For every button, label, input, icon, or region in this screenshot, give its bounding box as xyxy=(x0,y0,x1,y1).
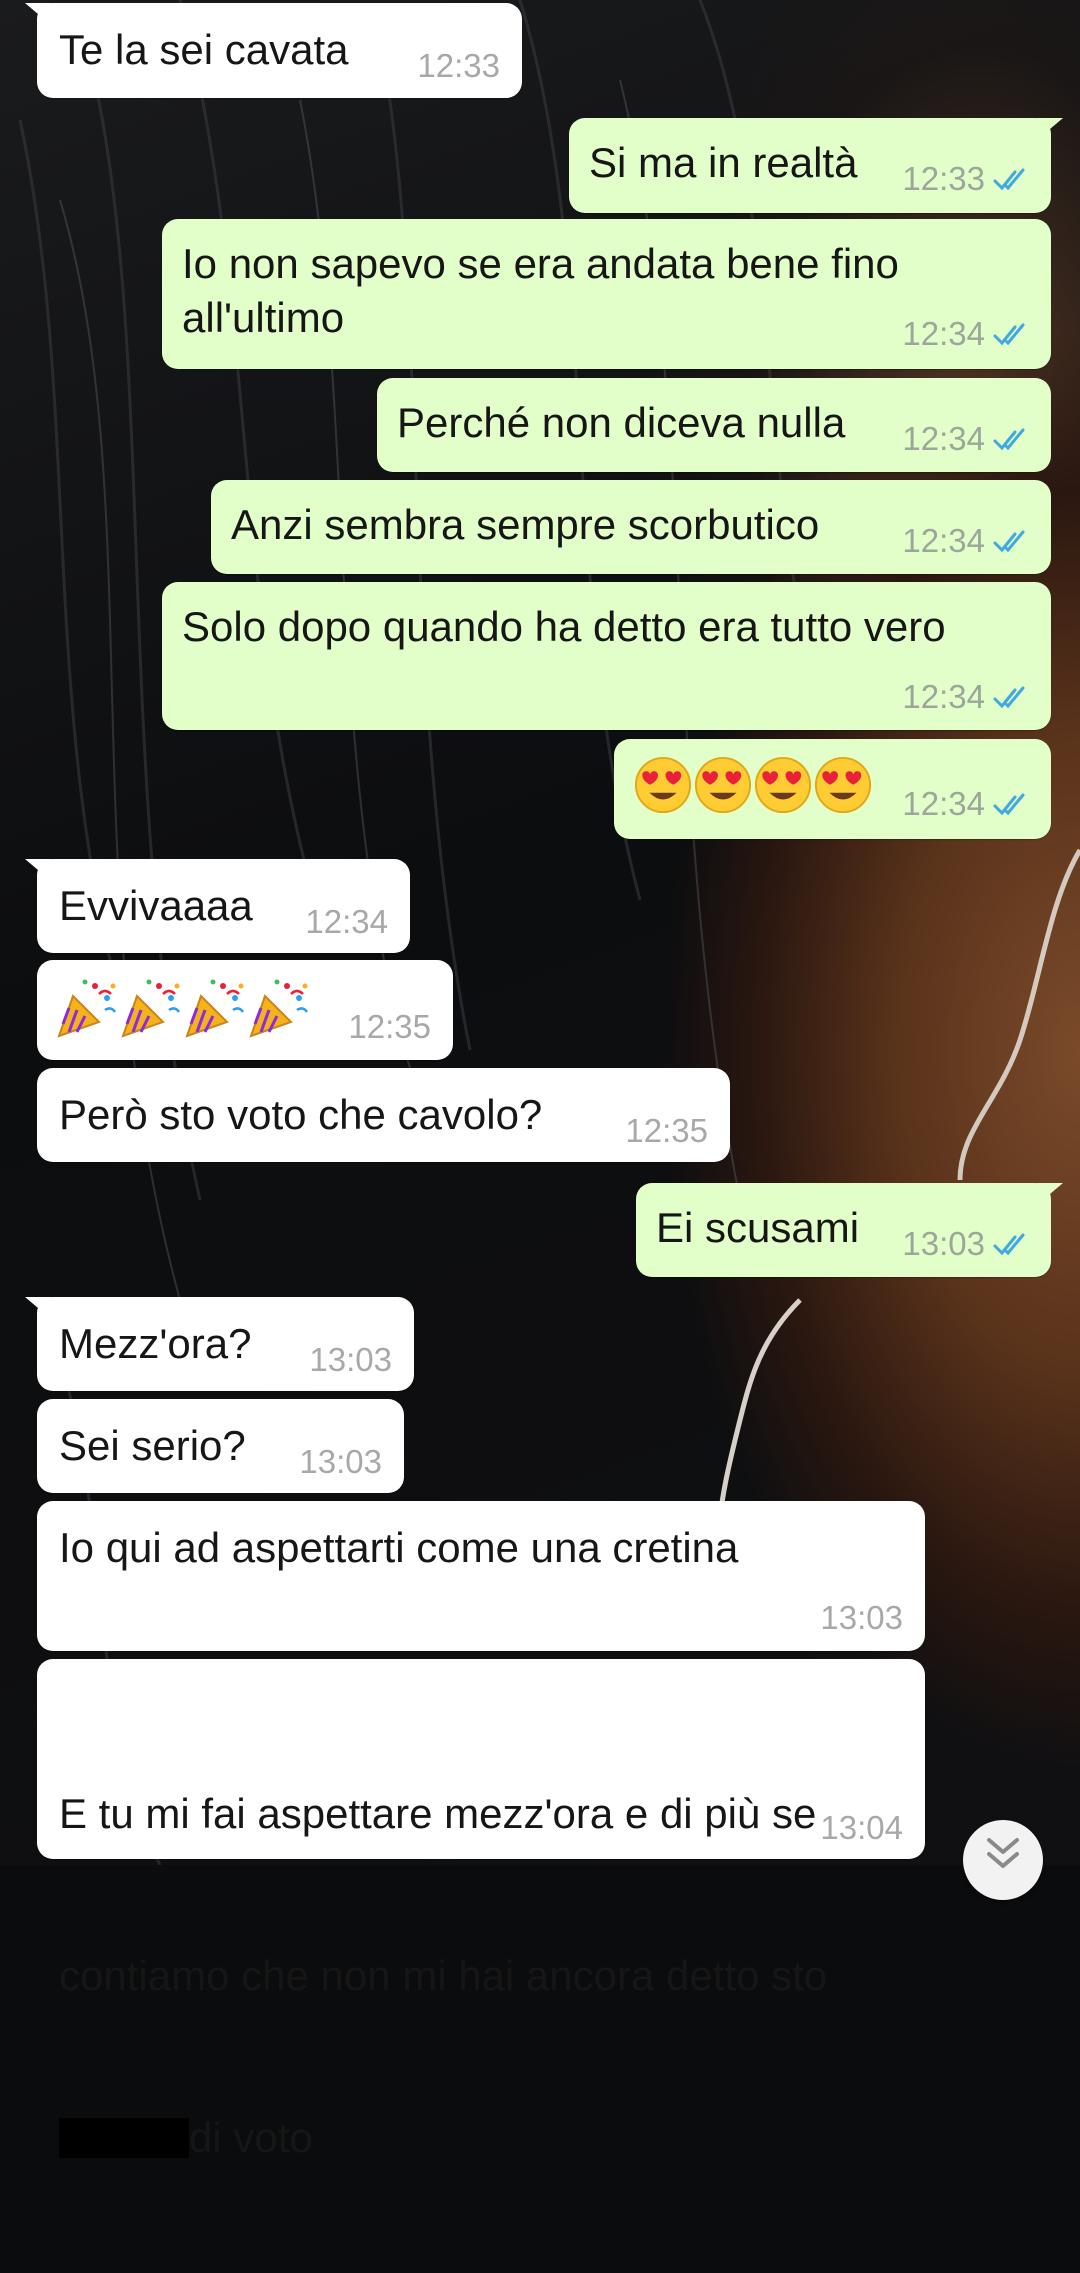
message-text: Io non sapevo se era andata bene fino al… xyxy=(182,240,911,341)
message-time: 12:35 xyxy=(348,1008,431,1045)
outgoing-message[interactable]: Io non sapevo se era andata bene fino al… xyxy=(162,219,1051,369)
incoming-message[interactable]: Evvivaaaa 12:34 xyxy=(25,859,410,953)
message-emoji: 🎉🎉🎉🎉 xyxy=(55,976,311,1040)
message-meta: 12:33 xyxy=(902,160,1029,198)
message-text: Evvivaaaa xyxy=(59,882,253,929)
outgoing-message[interactable]: Si ma in realtà 12:33 xyxy=(569,118,1063,213)
double-check-read-icon xyxy=(993,686,1025,709)
message-time: 12:34 xyxy=(902,522,985,559)
heart-eyes-emoji-icon xyxy=(694,756,752,814)
message-time: 12:34 xyxy=(902,315,985,352)
message-time: 12:35 xyxy=(625,1112,708,1149)
incoming-message[interactable]: Però sto voto che cavolo? 12:35 xyxy=(37,1068,730,1162)
outgoing-message[interactable]: Anzi sembra sempre scorbutico 12:34 xyxy=(211,480,1051,574)
message-meta: 12:34 xyxy=(902,785,1029,823)
message-time: 12:34 xyxy=(305,903,388,940)
message-text: Solo dopo quando ha detto era tutto vero xyxy=(182,603,946,650)
outgoing-message[interactable]: 😍😍😍😍 12:34 xyxy=(614,739,1051,839)
message-meta: 12:34 xyxy=(902,522,1029,560)
message-emoji: 😍😍😍😍 xyxy=(634,756,874,814)
message-time: 13:03 xyxy=(902,1225,985,1262)
message-time: 12:34 xyxy=(902,785,985,822)
incoming-message[interactable]: Sei serio? 13:03 xyxy=(37,1399,404,1493)
outgoing-message[interactable]: Solo dopo quando ha detto era tutto vero… xyxy=(162,582,1051,730)
message-time: 12:33 xyxy=(417,47,500,84)
double-check-read-icon xyxy=(993,428,1025,451)
message-text: Io qui ad aspettarti come una cretina xyxy=(59,1524,739,1571)
incoming-message[interactable]: Io qui ad aspettarti come una cretina 13… xyxy=(37,1501,925,1651)
incoming-message[interactable]: 🎉🎉🎉🎉 12:35 xyxy=(37,960,453,1060)
double-check-read-icon xyxy=(993,323,1025,346)
message-line: E tu mi fai aspettare mezz'ora e di più … xyxy=(59,1790,817,1837)
message-meta: 12:34 xyxy=(902,315,1029,353)
message-list[interactable]: Te la sei cavata 12:33 Si ma in realtà 1… xyxy=(0,0,1080,2161)
heart-eyes-emoji-icon xyxy=(814,756,872,814)
message-line-tail: di voto xyxy=(189,2114,313,2161)
message-text: E tu mi fai aspettare mezz'ora e di più … xyxy=(59,1679,919,2273)
double-check-read-icon xyxy=(993,168,1025,191)
incoming-message[interactable]: Mezz'ora? 13:03 xyxy=(25,1297,414,1391)
bubble-tail xyxy=(1037,1183,1063,1205)
message-text: Mezz'ora? xyxy=(59,1320,252,1367)
message-time: 13:03 xyxy=(309,1341,392,1378)
message-meta: 12:34 xyxy=(902,420,1029,458)
message-line: contiamo che non mi hai ancora detto sto xyxy=(59,1952,828,1999)
bubble-tail xyxy=(25,3,51,25)
message-text: Perché non diceva nulla xyxy=(397,399,846,446)
message-text: Si ma in realtà xyxy=(589,139,858,186)
chevron-double-down-icon xyxy=(987,1838,1019,1868)
party-popper-emoji-icon xyxy=(121,979,181,1038)
scroll-to-bottom-button[interactable] xyxy=(963,1820,1043,1900)
outgoing-message[interactable]: Perché non diceva nulla 12:34 xyxy=(377,378,1051,472)
bubble-tail xyxy=(25,859,51,881)
redaction-block xyxy=(59,2118,189,2158)
bubble-tail xyxy=(1037,118,1063,140)
outgoing-message[interactable]: Ei scusami 13:03 xyxy=(636,1183,1063,1277)
message-time: 13:03 xyxy=(299,1443,382,1480)
message-time: 12:34 xyxy=(902,420,985,457)
message-meta: 12:34 xyxy=(902,678,1029,716)
message-time: 12:34 xyxy=(902,678,985,715)
bubble-tail xyxy=(25,1297,51,1319)
double-check-read-icon xyxy=(993,1233,1025,1256)
message-time: 13:03 xyxy=(820,1599,903,1636)
message-text: Sei serio? xyxy=(59,1422,246,1469)
message-line: di voto xyxy=(59,2111,919,2165)
message-text: Te la sei cavata xyxy=(59,26,349,73)
message-text: Però sto voto che cavolo? xyxy=(59,1091,543,1138)
message-time: 12:33 xyxy=(902,160,985,197)
incoming-message[interactable]: E tu mi fai aspettare mezz'ora e di più … xyxy=(37,1659,925,2161)
message-time: 13:04 xyxy=(820,1809,903,1846)
message-text: Ei scusami xyxy=(656,1204,860,1251)
party-popper-emoji-icon xyxy=(185,979,245,1038)
message-meta: 13:03 xyxy=(902,1225,1029,1263)
message-text: Anzi sembra sempre scorbutico xyxy=(231,501,820,548)
double-check-read-icon xyxy=(993,793,1025,816)
party-popper-emoji-icon xyxy=(249,979,309,1038)
heart-eyes-emoji-icon xyxy=(754,756,812,814)
double-check-read-icon xyxy=(993,530,1025,553)
incoming-message[interactable]: Te la sei cavata 12:33 xyxy=(25,3,522,98)
